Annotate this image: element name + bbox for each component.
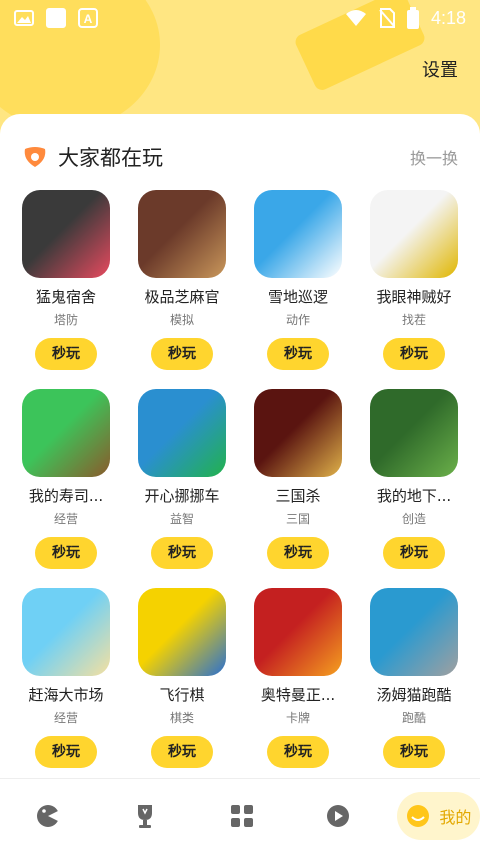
game-item[interactable]: 我的地下... 创造秒玩 [356,389,472,569]
status-bar: A 4:18 [0,0,480,36]
play-button[interactable]: 秒玩 [151,338,213,370]
trophy-icon [138,805,152,828]
play-button[interactable]: 秒玩 [267,338,329,370]
game-category: 益智 [169,512,194,526]
refresh-button[interactable]: 换一换 [410,145,458,169]
category-grid-icon [230,805,253,827]
tab-mine-label: 我的 [439,808,472,827]
game-name: 三国杀 [275,487,321,505]
play-button[interactable]: 秒玩 [383,736,445,768]
game-item[interactable]: 我的寿司... 经营秒玩 [8,389,124,569]
tab-mine[interactable]: 我的 [396,792,480,840]
game-item[interactable]: 我眼神贼好 找茬 秒玩 [356,190,472,370]
game-name: 飞行棋 [159,686,205,704]
game-category: 跑酷 [401,711,426,725]
game-icon[interactable] [22,190,110,278]
game-name: 汤姆猫跑酷 [376,686,452,704]
game-category: 三国 [285,512,310,526]
a-notification-icon: A [78,8,98,28]
game-category: 经营 [53,711,78,725]
section-title: 大家都在玩 [58,146,163,170]
bottom-tab-bar: 我的 [0,778,480,853]
image-notification-icon [14,10,34,26]
game-name: 奥特曼正... [260,686,336,704]
game-name: 极品芝麻官 [144,288,220,306]
game-face-icon [37,805,61,827]
game-category: 经营 [53,512,78,526]
game-item[interactable]: 极品芝麻官 模拟 秒玩 [124,190,240,370]
game-item[interactable]: 猛鬼宿舍 塔防 秒玩 [8,190,124,370]
game-item[interactable]: 开心挪挪车 益智 秒玩 [124,389,240,569]
game-icon[interactable] [370,588,458,676]
play-button[interactable]: 秒玩 [267,736,329,768]
game-icon[interactable] [138,389,226,477]
section-badge-icon [24,147,46,167]
game-item[interactable]: 雪地巡逻 动作 秒玩 [240,190,356,370]
game-item[interactable]: 奥特曼正... 卡牌秒玩 [240,588,356,768]
game-name: 赶海大市场 [28,686,104,704]
play-button[interactable]: 秒玩 [383,338,445,370]
game-icon[interactable] [22,588,110,676]
play-button[interactable]: 秒玩 [35,736,97,768]
game-category: 找茬 [401,313,426,327]
game-item[interactable]: 汤姆猫跑酷 跑酷 秒玩 [356,588,472,768]
game-item[interactable]: 赶海大市场 经营 秒玩 [8,588,124,768]
play-button[interactable]: 秒玩 [383,537,445,569]
game-icon[interactable] [254,588,342,676]
game-name: 我的地下... [376,487,452,505]
system-status-icons: 4:18 [345,7,466,29]
game-name: 我的寿司... [28,487,104,505]
video-play-icon [327,805,350,827]
play-button[interactable]: 秒玩 [35,338,97,370]
battery-icon [406,7,419,29]
game-item[interactable]: 三国杀 三国 秒玩 [240,389,356,569]
game-icon[interactable] [138,588,226,676]
clock: 4:18 [430,7,466,28]
play-button[interactable]: 秒玩 [151,736,213,768]
game-icon[interactable] [370,389,458,477]
play-button[interactable]: 秒玩 [35,537,97,569]
games-card: 大家都在玩 换一换 猛鬼宿舍 塔防 秒玩 极品芝麻官 模拟 秒玩 雪地巡逻 动作 秒玩 我眼神贼好… [0,114,480,778]
tab-games[interactable] [0,792,97,840]
game-category: 创造 [401,512,426,526]
tab-video[interactable] [290,792,387,840]
game-category: 模拟 [169,313,194,327]
svg-text:A: A [84,12,93,26]
game-category: 塔防 [53,313,78,327]
game-icon[interactable] [138,190,226,278]
game-icon[interactable] [22,389,110,477]
game-name: 猛鬼宿舍 [35,288,96,306]
game-name: 雪地巡逻 [267,288,328,306]
section-header: 大家都在玩 换一换 [22,142,458,172]
game-name: 我眼神贼好 [376,288,452,306]
game-name: 开心挪挪车 [144,487,220,505]
notification-icons: A [14,8,98,28]
smile-face-icon [407,805,430,827]
game-category: 动作 [285,313,310,327]
game-item[interactable]: 飞行棋 棋类 秒玩 [124,588,240,768]
play-button[interactable]: 秒玩 [151,537,213,569]
no-sim-icon [379,8,395,28]
game-icon[interactable] [370,190,458,278]
game-icon[interactable] [254,389,342,477]
game-category: 卡牌 [285,711,310,725]
wifi-icon [345,10,366,26]
game-icon[interactable] [254,190,342,278]
settings-button[interactable]: 设置 [422,56,458,82]
play-button[interactable]: 秒玩 [267,537,329,569]
tab-ranking[interactable] [97,792,194,840]
tab-category[interactable] [193,792,290,840]
app-notification-icon [46,8,66,28]
game-category: 棋类 [169,711,194,725]
